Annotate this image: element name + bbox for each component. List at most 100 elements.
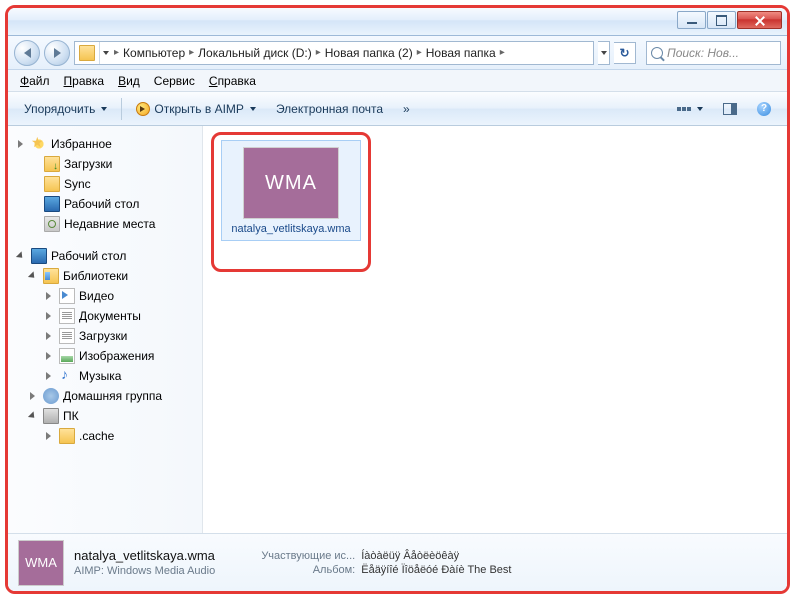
explorer-window: ▸ Компьютер ▸ Локальный диск (D:) ▸ Нова… (8, 8, 787, 591)
breadcrumb-segment[interactable]: Новая папка (2) (324, 46, 414, 60)
music-icon (59, 368, 75, 384)
view-options-button[interactable] (669, 103, 711, 115)
body-area: Избранное Загрузки Sync Рабочий стол Нед… (8, 126, 787, 533)
tree-downloads[interactable]: Загрузки (8, 154, 202, 174)
preview-pane-icon (723, 103, 737, 115)
breadcrumb-segment[interactable]: Новая папка (425, 46, 497, 60)
details-info: natalya_vetlitskaya.wma AIMP: Windows Me… (74, 548, 215, 577)
view-icon (677, 107, 691, 111)
pc-icon (43, 408, 59, 424)
tree-desktop[interactable]: Рабочий стол (8, 194, 202, 214)
tree-pc[interactable]: ПК (8, 406, 202, 426)
tree-desktop-root[interactable]: Рабочий стол (8, 246, 202, 266)
desktop-icon (31, 248, 47, 264)
menu-edit[interactable]: Правка (58, 72, 111, 90)
dropdown-icon (250, 107, 256, 111)
expand-icon[interactable] (44, 432, 53, 441)
menu-view[interactable]: Вид (112, 72, 146, 90)
help-icon: ? (757, 102, 771, 116)
expand-icon[interactable] (16, 140, 25, 149)
minimize-button[interactable] (677, 11, 706, 29)
tree-downloads-lib[interactable]: Загрузки (8, 326, 202, 346)
artists-value[interactable]: Íàòàëüÿ Âåòëèöêàÿ (361, 550, 459, 562)
help-button[interactable]: ? (749, 98, 779, 120)
album-value[interactable]: Ëåäÿíîé Ïîöåëóé Ðàíè The Best (361, 564, 511, 576)
organize-button[interactable]: Упорядочить (16, 98, 115, 120)
address-bar[interactable]: ▸ Компьютер ▸ Локальный диск (D:) ▸ Нова… (74, 41, 594, 65)
tree-recent[interactable]: Недавние места (8, 214, 202, 234)
chevron-right-icon: ▸ (186, 47, 197, 58)
back-arrow-icon (24, 48, 31, 58)
back-button[interactable] (14, 40, 40, 66)
expand-icon[interactable] (44, 352, 53, 361)
forward-button[interactable] (44, 40, 70, 66)
breadcrumb-segment[interactable]: Локальный диск (D:) (197, 46, 313, 60)
libraries-icon (43, 268, 59, 284)
refresh-icon: ↻ (619, 46, 629, 60)
more-button[interactable]: » (395, 98, 418, 120)
details-pane: WMA natalya_vetlitskaya.wma AIMP: Window… (8, 533, 787, 591)
tree-sync[interactable]: Sync (8, 174, 202, 194)
tree-libraries[interactable]: Библиотеки (8, 266, 202, 286)
aimp-icon (136, 102, 150, 116)
expand-icon[interactable] (44, 332, 53, 341)
details-filetype: AIMP: Windows Media Audio (74, 565, 215, 577)
tree-video[interactable]: Видео (8, 286, 202, 306)
preview-pane-button[interactable] (715, 99, 745, 119)
desktop-icon (44, 196, 60, 212)
search-input[interactable]: Поиск: Нов... (646, 41, 781, 65)
folder-icon (59, 428, 75, 444)
expand-icon[interactable] (44, 292, 53, 301)
artists-label: Участвующие ис... (245, 550, 355, 562)
menu-bar: Файл Правка Вид Сервис Справка (8, 70, 787, 92)
video-icon (59, 288, 75, 304)
maximize-button[interactable] (707, 11, 736, 29)
tree-homegroup[interactable]: Домашняя группа (8, 386, 202, 406)
wma-thumbnail: WMA (243, 147, 339, 219)
collapse-icon[interactable] (28, 412, 37, 421)
forward-arrow-icon (54, 48, 61, 58)
nav-bar: ▸ Компьютер ▸ Локальный диск (D:) ▸ Нова… (8, 36, 787, 70)
file-name-label: natalya_vetlitskaya.wma (226, 223, 356, 236)
email-button[interactable]: Электронная почта (268, 98, 391, 120)
dropdown-icon (697, 107, 703, 111)
breadcrumb-segment[interactable]: Компьютер (122, 46, 186, 60)
tree-cache[interactable]: .cache (8, 426, 202, 446)
open-aimp-button[interactable]: Открыть в AIMP (128, 98, 264, 120)
search-icon (651, 47, 663, 59)
tree-favorites[interactable]: Избранное (8, 134, 202, 154)
tree-documents[interactable]: Документы (8, 306, 202, 326)
file-list-area[interactable]: WMA natalya_vetlitskaya.wma (203, 126, 787, 533)
album-label: Альбом: (245, 564, 355, 576)
chevron-right-icon: ▸ (313, 47, 324, 58)
menu-help[interactable]: Справка (203, 72, 262, 90)
collapse-icon[interactable] (16, 252, 25, 261)
address-dropdown[interactable] (598, 41, 610, 65)
navigation-tree: Избранное Загрузки Sync Рабочий стол Нед… (8, 126, 203, 533)
expand-icon[interactable] (28, 392, 37, 401)
details-metadata: Участвующие ис... Íàòàëüÿ Âåòëèöêàÿ Альб… (245, 550, 511, 576)
file-item[interactable]: WMA natalya_vetlitskaya.wma (221, 140, 361, 241)
close-button[interactable] (737, 11, 782, 29)
document-icon (59, 308, 75, 324)
folder-icon (59, 328, 75, 344)
menu-tools[interactable]: Сервис (148, 72, 201, 90)
collapse-icon[interactable] (28, 272, 37, 281)
details-thumbnail: WMA (18, 540, 64, 586)
tree-pictures[interactable]: Изображения (8, 346, 202, 366)
expand-icon[interactable] (44, 312, 53, 321)
separator (121, 98, 122, 120)
star-icon (31, 136, 47, 152)
folder-icon (79, 45, 95, 61)
window-frame: ▸ Компьютер ▸ Локальный диск (D:) ▸ Нова… (5, 5, 790, 594)
address-history-dropdown[interactable] (99, 42, 111, 64)
chevron-right-icon: ▸ (111, 47, 122, 58)
menu-file[interactable]: Файл (14, 72, 56, 90)
tree-music[interactable]: Музыка (8, 366, 202, 386)
expand-icon[interactable] (44, 372, 53, 381)
pictures-icon (59, 348, 75, 364)
titlebar (8, 8, 787, 36)
command-bar: Упорядочить Открыть в AIMP Электронная п… (8, 92, 787, 126)
dropdown-icon (101, 107, 107, 111)
refresh-button[interactable]: ↻ (614, 42, 636, 64)
